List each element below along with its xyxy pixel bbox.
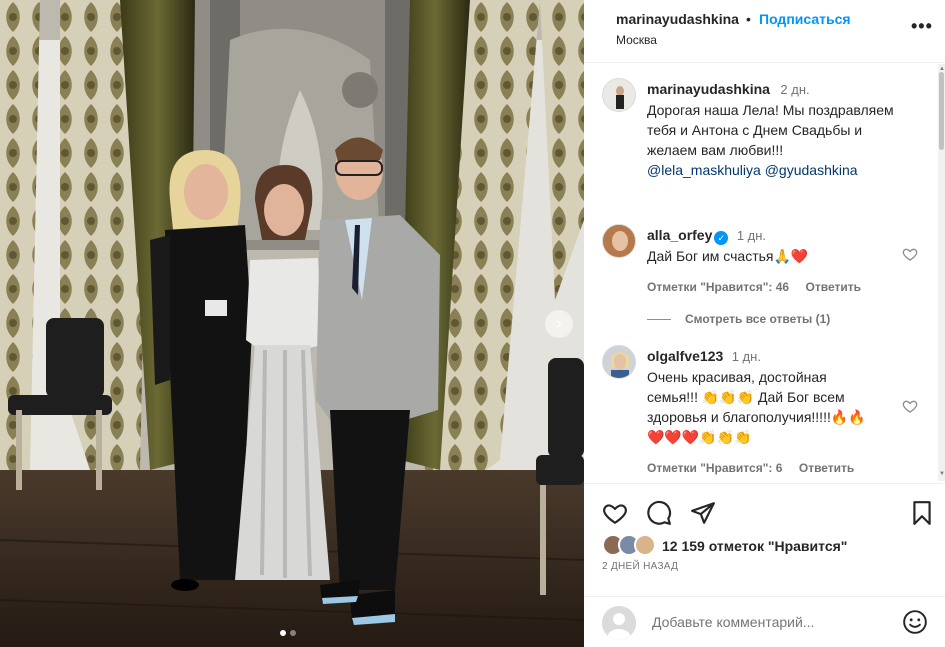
comment-username[interactable]: olgalfve123 bbox=[647, 348, 723, 364]
caption-username[interactable]: marinayudashkina bbox=[647, 81, 770, 97]
bookmark-icon[interactable] bbox=[909, 500, 935, 526]
comment-icon[interactable] bbox=[646, 500, 672, 526]
current-user-avatar bbox=[602, 606, 636, 640]
chevron-right-icon: › bbox=[556, 315, 562, 332]
view-replies-button[interactable]: Смотреть все ответы (1) bbox=[685, 312, 830, 326]
emoji-icon[interactable] bbox=[902, 609, 928, 635]
share-icon[interactable] bbox=[690, 500, 716, 526]
caption-line-3: желаем вам любви!!! bbox=[647, 142, 784, 158]
comment-text-line-3: здоровья и благополучия!!!!!🔥🔥 bbox=[647, 409, 866, 425]
comments-list: marinayudashkina 2 дн. Дорогая наша Лела… bbox=[584, 64, 945, 481]
heart-icon[interactable] bbox=[602, 500, 628, 526]
like-comment-heart-icon[interactable] bbox=[902, 398, 918, 414]
like-comment-heart-icon[interactable] bbox=[902, 246, 918, 262]
comment-text: Дай Бог им счастья🙏❤️ bbox=[647, 248, 809, 264]
liker-avatar bbox=[634, 534, 656, 556]
reply-button[interactable]: Ответить bbox=[806, 280, 861, 294]
post-header: marinayudashkina • Подписаться Москва ••… bbox=[584, 0, 945, 63]
mention-link[interactable]: @gyudashkina bbox=[765, 162, 858, 178]
commenter-avatar[interactable] bbox=[602, 224, 636, 258]
scroll-up-arrow-icon[interactable]: ▲ bbox=[939, 66, 945, 72]
avatar-image bbox=[603, 79, 635, 111]
add-comment-bar bbox=[584, 596, 945, 647]
caption: marinayudashkina 2 дн. Дорогая наша Лела… bbox=[647, 79, 927, 180]
avatar-image bbox=[603, 346, 635, 378]
reply-button[interactable]: Ответить bbox=[799, 461, 854, 475]
view-replies[interactable]: Смотреть все ответы (1) bbox=[647, 312, 927, 326]
comment-time[interactable]: 1 дн. bbox=[732, 349, 761, 364]
comment-likes-link[interactable]: Отметки "Нравится": 46 bbox=[647, 280, 789, 294]
post-actions: 12 159 отметок "Нравится" 2 ДНЕЙ НАЗАД bbox=[584, 483, 945, 647]
comment-username[interactable]: alla_orfey bbox=[647, 227, 712, 243]
post-date[interactable]: 2 ДНЕЙ НАЗАД bbox=[602, 561, 678, 572]
mention-link[interactable]: @lela_maskhuliya bbox=[647, 162, 761, 178]
avatar-image bbox=[603, 225, 635, 257]
carousel-next-button[interactable]: › bbox=[545, 310, 573, 338]
photo-illustration bbox=[0, 0, 584, 647]
post-photo[interactable]: › bbox=[0, 0, 584, 647]
user-silhouette-icon bbox=[602, 606, 636, 640]
comment-likes-link[interactable]: Отметки "Нравится": 6 bbox=[647, 461, 782, 475]
carousel-dots bbox=[280, 630, 296, 636]
location-link[interactable]: Москва bbox=[616, 33, 657, 47]
author-username[interactable]: marinayudashkina bbox=[616, 11, 739, 27]
carousel-dot-2 bbox=[290, 630, 296, 636]
replies-divider bbox=[647, 318, 671, 320]
caption-time[interactable]: 2 дн. bbox=[780, 82, 809, 97]
scrollbar-thumb[interactable] bbox=[939, 72, 944, 150]
comment-input[interactable] bbox=[652, 614, 892, 630]
comment-text-line-1: Очень красивая, достойная bbox=[647, 369, 827, 385]
follow-button[interactable]: Подписаться bbox=[759, 11, 851, 27]
post-side-panel: marinayudashkina • Подписаться Москва ••… bbox=[584, 0, 945, 647]
caption-line-1: Дорогая наша Лела! Мы поздравляем bbox=[647, 102, 894, 118]
caption-line-2: тебя и Антона с Днем Свадьбы и bbox=[647, 122, 863, 138]
author-avatar[interactable] bbox=[602, 78, 636, 112]
commenter-avatar[interactable] bbox=[602, 345, 636, 379]
likes-count[interactable]: 12 159 отметок "Нравится" bbox=[662, 538, 847, 554]
scroll-down-arrow-icon[interactable]: ▼ bbox=[939, 471, 945, 477]
verified-icon: ✓ bbox=[714, 231, 729, 245]
comment-item: olgalfve123 1 дн. Очень красивая, достой… bbox=[647, 346, 897, 477]
comment-text-line-4: ❤️❤️❤️👏👏👏 bbox=[647, 429, 752, 445]
comment-text-line-2: семья!!! 👏👏👏 Дай Бог всем bbox=[647, 389, 845, 405]
more-icon[interactable]: ••• bbox=[911, 16, 933, 37]
comment-time[interactable]: 1 дн. bbox=[737, 228, 766, 243]
separator-dot: • bbox=[746, 11, 751, 27]
likers-avatars[interactable] bbox=[602, 534, 656, 558]
comments-scrollbar[interactable] bbox=[938, 64, 945, 481]
carousel-dot-1 bbox=[280, 630, 286, 636]
comment-item: alla_orfey ✓ 1 дн. Дай Бог им счастья🙏❤️ … bbox=[647, 225, 897, 296]
